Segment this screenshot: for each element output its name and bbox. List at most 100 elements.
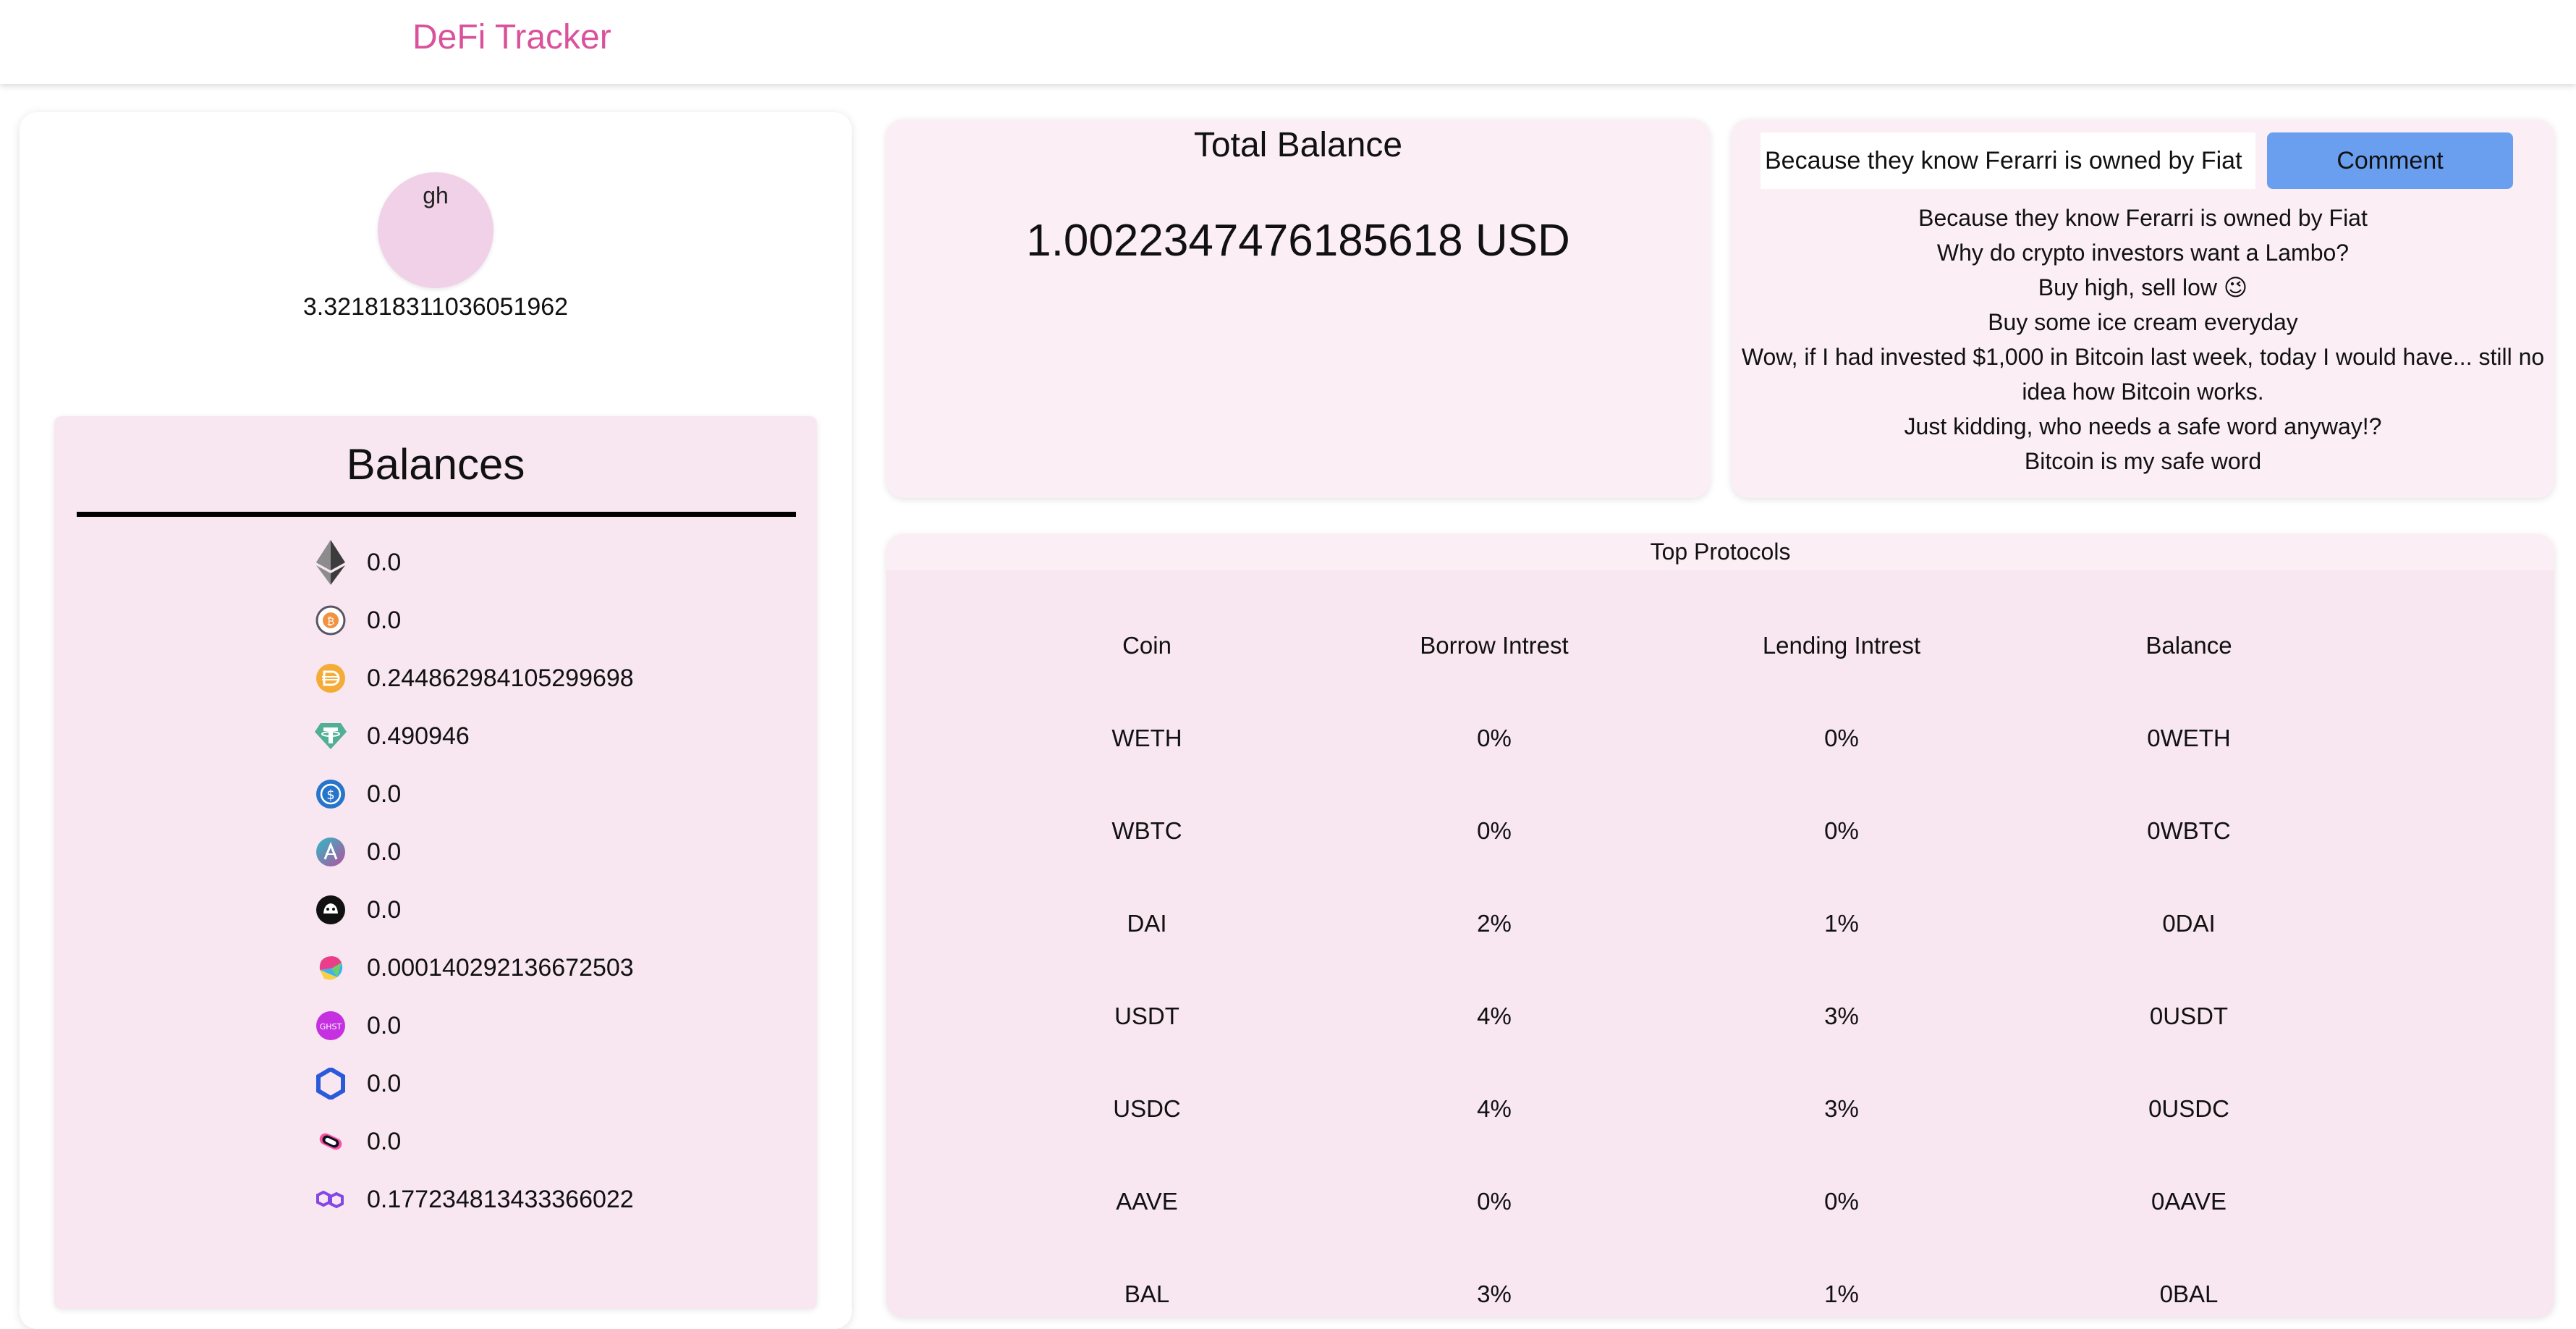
balance-value: 0.000140292136672503: [367, 953, 634, 982]
balances-title: Balances: [346, 440, 525, 489]
balance-value: 0.244862984105299698: [367, 664, 634, 692]
comment-item: Bitcoin is my safe word: [2024, 448, 2262, 474]
comment-item: Buy some ice cream everyday: [1988, 309, 2298, 335]
balances-divider: [77, 512, 796, 517]
aave-icon: [315, 836, 347, 868]
table-row: USDC 4% 3% 0USDC: [973, 1063, 2363, 1155]
table-cell: 3%: [1824, 1003, 1859, 1029]
table-cell: 3%: [1824, 1095, 1859, 1122]
table-cell: 0%: [1477, 1188, 1512, 1215]
balance-row: $ 0.0: [315, 772, 401, 816]
table-row: USDT 4% 3% 0USDT: [973, 970, 2363, 1063]
balance-row: 0.0: [315, 1062, 401, 1105]
balance-row: 0.490946: [315, 714, 470, 758]
table-row: BAL 3% 1% 0BAL: [973, 1248, 2363, 1317]
comment-item: Because they know Ferarri is owned by Fi…: [1918, 205, 2368, 231]
table-cell: 4%: [1477, 1003, 1512, 1029]
top-protocols-header: Top Protocols: [886, 534, 2554, 570]
table-cell: 0WETH: [2147, 725, 2231, 751]
table-cell: 3%: [1477, 1281, 1512, 1307]
balance-row: ₿ 0.0: [315, 599, 401, 642]
ghst-icon: GHST: [315, 1010, 347, 1042]
avatar-initials: gh: [423, 182, 449, 208]
balance-row: 0.244862984105299698: [315, 657, 634, 700]
balance-value: 0.177234813433366022: [367, 1185, 634, 1213]
polygon-icon: [315, 1184, 347, 1215]
table-cell: 1%: [1824, 1281, 1859, 1307]
balance-row: 0.0: [315, 830, 401, 874]
balance-value: 0.0: [367, 838, 402, 866]
tether-icon: [315, 720, 347, 752]
table-cell: 0%: [1824, 725, 1859, 751]
comment-item: Just kidding, who needs a safe word anyw…: [1904, 413, 2382, 439]
top-protocols-title: Top Protocols: [1650, 539, 1791, 565]
uniswap-icon: [315, 894, 347, 926]
usdc-icon: $: [315, 778, 347, 810]
sushi-icon: [315, 1126, 347, 1157]
table-cell: 2%: [1477, 910, 1512, 937]
column-header: Borrow Intrest: [1420, 632, 1569, 659]
svg-text:GHST: GHST: [320, 1022, 342, 1031]
table-cell: 0USDC: [2148, 1095, 2229, 1122]
table-cell: USDC: [1113, 1095, 1181, 1122]
table-cell: 0%: [1477, 817, 1512, 844]
comments-card: Comment Because they know Ferarri is own…: [1732, 119, 2554, 498]
total-balance-value: 1.0022347476185618 USD: [1026, 216, 1570, 266]
table-cell: 0USDT: [2149, 1003, 2229, 1029]
comment-input[interactable]: [1761, 132, 2255, 189]
comment-item: Why do crypto investors want a Lambo?: [1936, 240, 2350, 266]
svg-text:$: $: [326, 788, 334, 803]
table-cell: AAVE: [1116, 1188, 1178, 1215]
table-cell: 1%: [1824, 910, 1859, 937]
table-cell: WBTC: [1111, 817, 1182, 844]
table-cell: 0BAL: [2159, 1281, 2219, 1307]
table-cell: DAI: [1127, 910, 1167, 937]
ethereum-icon: [315, 540, 347, 585]
total-balance-title: Total Balance: [1193, 126, 1403, 164]
table-row: WETH 0% 0% 0WETH: [973, 692, 2363, 785]
balance-row: 0.000140292136672503: [315, 946, 634, 990]
table-cell: 0%: [1477, 725, 1512, 751]
balances-panel: Balances 0.0 ₿ 0.0 0.244862984105299698 …: [54, 416, 817, 1309]
comment-item: Wow, if I had invested $1,000 in Bitcoin…: [1741, 344, 2545, 405]
comment-item: Buy high, sell low 😉: [2038, 274, 2248, 300]
balance-row: 0.0: [315, 1120, 401, 1163]
table-cell: 0AAVE: [2151, 1188, 2227, 1215]
top-navbar: DeFi Tracker: [0, 0, 2576, 84]
balance-value: 0.0: [367, 780, 402, 808]
balance-value: 0.0: [367, 895, 402, 924]
column-header: Coin: [1122, 632, 1172, 659]
balance-value: 0.490946: [367, 722, 470, 750]
balance-value: 0.0: [367, 1069, 402, 1097]
table-cell: 0%: [1824, 1188, 1859, 1215]
table-cell: USDT: [1114, 1003, 1179, 1029]
table-cell: 0%: [1824, 817, 1859, 844]
balancer-icon: [315, 952, 347, 984]
table-header-row: Coin Borrow Intrest Lending Intrest Bala…: [973, 599, 2363, 692]
balance-value: 0.0: [367, 1011, 402, 1039]
balance-row: 0.0: [315, 540, 402, 585]
dai-icon: [315, 662, 347, 694]
balance-row: GHST 0.0: [315, 1004, 401, 1047]
protocols-table: Coin Borrow Intrest Lending Intrest Bala…: [973, 599, 2363, 1317]
total-balance-card: Total Balance 1.0022347476185618 USD: [886, 119, 1710, 498]
table-cell: WETH: [1111, 725, 1182, 751]
column-header: Balance: [2145, 632, 2232, 659]
table-row: DAI 2% 1% 0DAI: [973, 877, 2363, 970]
brand-title[interactable]: DeFi Tracker: [412, 17, 611, 57]
comment-button[interactable]: Comment: [2267, 132, 2513, 189]
column-header: Lending Intrest: [1762, 632, 1921, 659]
table-cell: 0WBTC: [2147, 817, 2231, 844]
table-row: AAVE 0% 0% 0AAVE: [973, 1155, 2363, 1248]
svg-text:₿: ₿: [327, 616, 334, 628]
balance-value: 0.0: [367, 606, 402, 634]
comment-list: Because they know Ferarri is owned by Fi…: [1732, 201, 2554, 478]
wbtc-icon: ₿: [315, 604, 347, 636]
top-protocols-card: Top Protocols Coin Borrow Intrest Lendin…: [886, 534, 2554, 1317]
table-cell: 4%: [1477, 1095, 1512, 1122]
table-cell: BAL: [1124, 1281, 1170, 1307]
profile-card: gh 3.321818311036051962 Balances 0.0 ₿ 0…: [20, 112, 852, 1329]
profile-balance-value: 3.321818311036051962: [302, 293, 569, 321]
balance-row: 0.0: [315, 888, 401, 932]
balance-value: 0.0: [367, 548, 402, 576]
